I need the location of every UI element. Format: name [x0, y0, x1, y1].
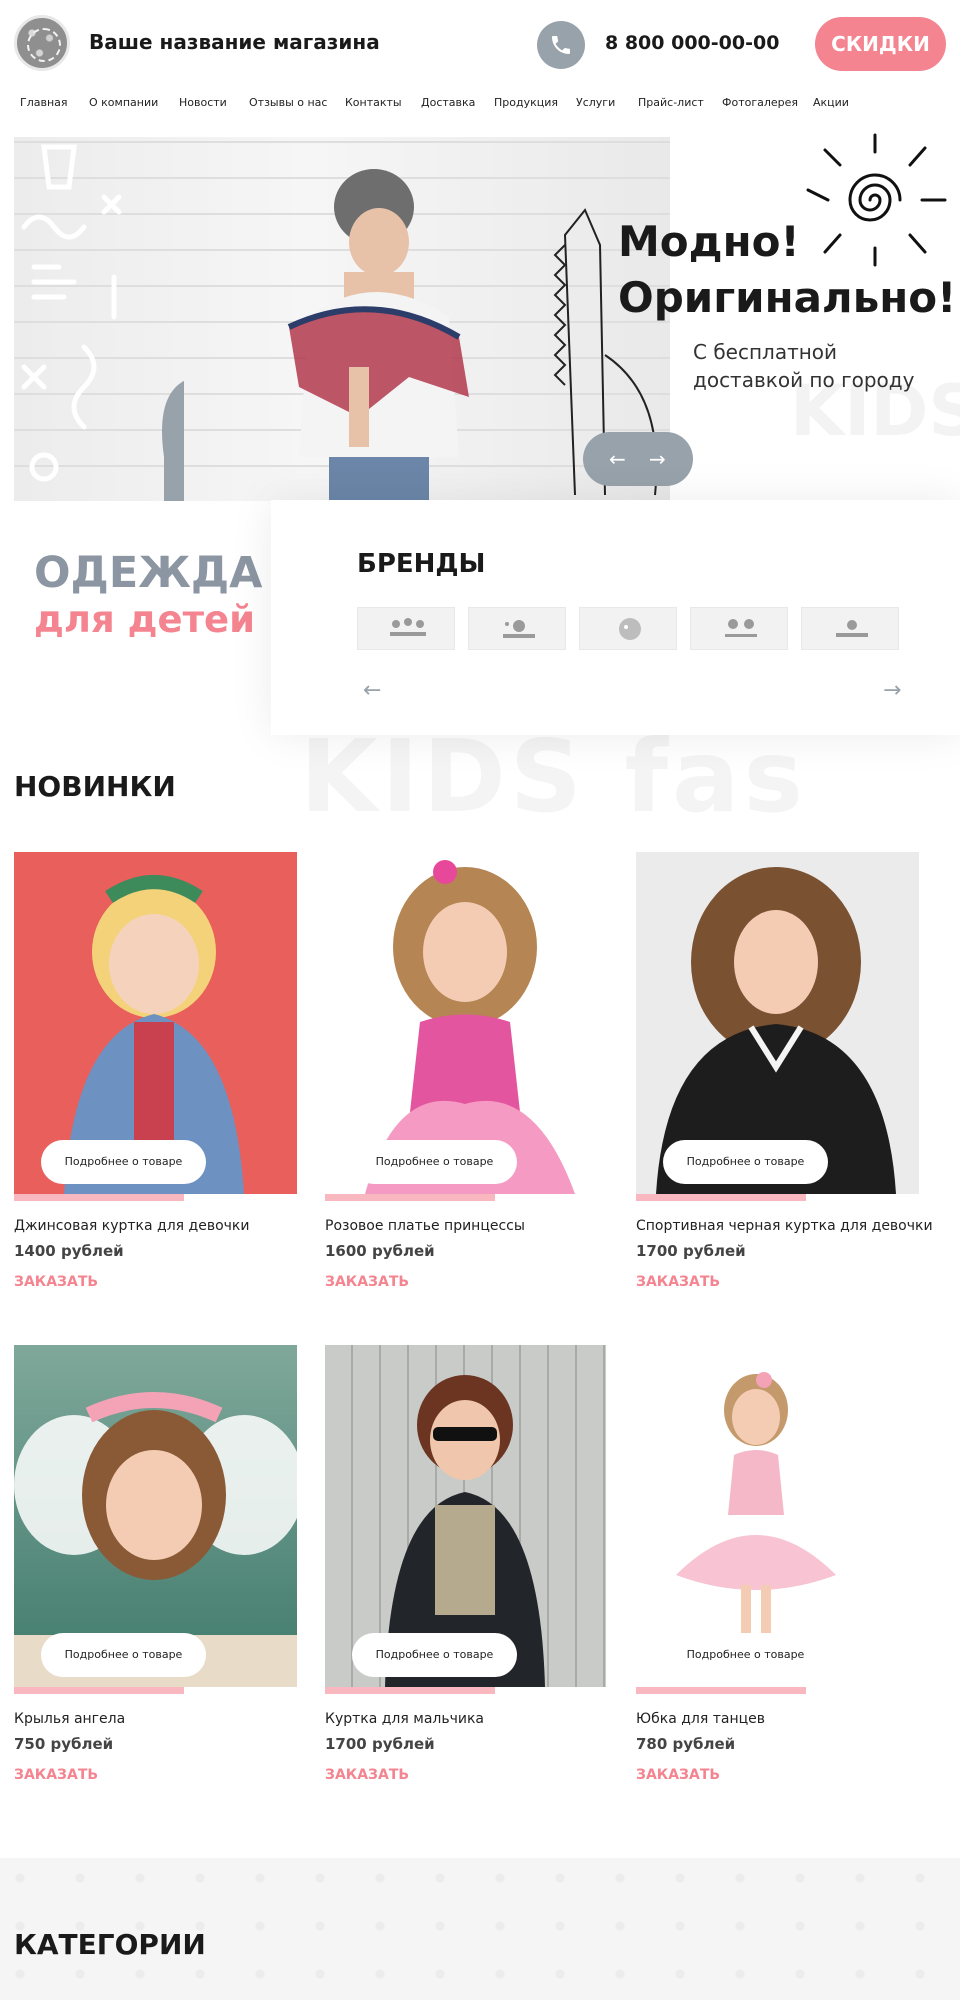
product-details-button[interactable]: Подробнее о товаре: [663, 1140, 828, 1184]
for-kids-headline: для детей: [34, 598, 256, 641]
nav-item-news[interactable]: Новости: [179, 96, 227, 109]
hero-title-line-1: Модно!: [618, 217, 800, 266]
site-header: Ваше название магазина 8 800 000-00-00 С…: [0, 0, 960, 90]
brands-card: БРЕНДЫ ← →: [271, 500, 960, 735]
hero-slider-controls: ← →: [583, 432, 693, 486]
brand-logo-2[interactable]: [468, 607, 566, 650]
nav-item-services[interactable]: Услуги: [576, 96, 615, 109]
brand-logo-4[interactable]: [690, 607, 788, 650]
store-name[interactable]: Ваше название магазина: [89, 30, 380, 54]
new-arrivals-title: НОВИНКИ: [14, 770, 176, 803]
product-price: 750 рублей: [14, 1735, 114, 1753]
product-name[interactable]: Куртка для мальчика: [325, 1711, 484, 1727]
product-card: Подробнее о товаре Куртка для мальчика 1…: [325, 1345, 610, 1795]
nav-item-gallery[interactable]: Фотогалерея: [722, 96, 798, 109]
product-price: 1600 рублей: [325, 1242, 435, 1260]
order-link[interactable]: ЗАКАЗАТЬ: [636, 1274, 720, 1290]
nav-item-about[interactable]: О компании: [89, 96, 158, 109]
product-details-button[interactable]: Подробнее о товаре: [41, 1633, 206, 1677]
order-link[interactable]: ЗАКАЗАТЬ: [636, 1767, 720, 1783]
nav-item-pricelist[interactable]: Прайс-лист: [638, 96, 704, 109]
product-details-button[interactable]: Подробнее о товаре: [41, 1140, 206, 1184]
product-price: 1400 рублей: [14, 1242, 124, 1260]
pink-accent-bar: [325, 1687, 495, 1694]
nav-item-promotions[interactable]: Акции: [813, 96, 849, 109]
product-details-button[interactable]: Подробнее о товаре: [352, 1633, 517, 1677]
order-link[interactable]: ЗАКАЗАТЬ: [325, 1274, 409, 1290]
order-link[interactable]: ЗАКАЗАТЬ: [14, 1274, 98, 1290]
phone-number[interactable]: 8 800 000-00-00: [605, 32, 779, 54]
nav-item-delivery[interactable]: Доставка: [421, 96, 475, 109]
main-nav: Главная О компании Новости Отзывы о нас …: [0, 96, 960, 116]
product-name[interactable]: Крылья ангела: [14, 1711, 125, 1727]
product-price: 1700 рублей: [636, 1242, 746, 1260]
product-card: Подробнее о товаре Крылья ангела 750 руб…: [14, 1345, 299, 1795]
hero-title-line-2: Оригинально!: [618, 273, 957, 322]
hero-next-arrow[interactable]: →: [649, 447, 666, 471]
brand-logo-1[interactable]: [357, 607, 455, 650]
nav-item-reviews[interactable]: Отзывы о нас: [249, 96, 327, 109]
sale-button[interactable]: СКИДКИ: [815, 17, 946, 71]
nav-item-home[interactable]: Главная: [20, 96, 68, 109]
product-price: 780 рублей: [636, 1735, 736, 1753]
pink-accent-bar: [636, 1194, 806, 1201]
pink-accent-bar: [636, 1687, 806, 1694]
product-details-button[interactable]: Подробнее о товаре: [352, 1140, 517, 1184]
nav-item-products[interactable]: Продукция: [494, 96, 558, 109]
order-link[interactable]: ЗАКАЗАТЬ: [325, 1767, 409, 1783]
brand-logo-3[interactable]: [579, 607, 677, 650]
boy-photo: [287, 169, 469, 501]
product-name[interactable]: Розовое платье принцессы: [325, 1218, 525, 1234]
phone-icon[interactable]: [537, 21, 585, 69]
product-card: Подробнее о товаре Юбка для танцев 780 р…: [636, 1345, 921, 1795]
kids-watermark: KIDS fas: [300, 718, 808, 835]
product-name[interactable]: Спортивная черная куртка для девочки: [636, 1218, 933, 1234]
pink-accent-bar: [14, 1687, 184, 1694]
product-card: Подробнее о товаре Розовое платье принце…: [325, 852, 610, 1302]
brands-title: БРЕНДЫ: [357, 549, 486, 579]
product-details-button[interactable]: Подробнее о товаре: [663, 1633, 828, 1677]
pink-accent-bar: [325, 1194, 495, 1201]
product-name[interactable]: Джинсовая куртка для девочки: [14, 1218, 249, 1234]
pink-accent-bar: [14, 1194, 184, 1201]
brand-logo-5[interactable]: [801, 607, 899, 650]
brands-next-arrow[interactable]: →: [883, 678, 901, 703]
hero-subtitle: С бесплатной доставкой по городу: [693, 340, 915, 392]
hero-prev-arrow[interactable]: ←: [609, 447, 626, 471]
product-price: 1700 рублей: [325, 1735, 435, 1753]
doodle-pattern: [21, 144, 184, 501]
brands-prev-arrow[interactable]: ←: [363, 678, 381, 703]
store-logo[interactable]: [14, 15, 70, 71]
product-card: Подробнее о товаре Джинсовая куртка для …: [14, 852, 299, 1302]
nav-item-contacts[interactable]: Контакты: [345, 96, 402, 109]
categories-title: КАТЕГОРИИ: [14, 1928, 206, 1961]
order-link[interactable]: ЗАКАЗАТЬ: [14, 1767, 98, 1783]
hero-title: Модно! Оригинально!: [618, 214, 956, 326]
product-name[interactable]: Юбка для танцев: [636, 1711, 765, 1727]
clothing-headline: ОДЕЖДА: [34, 548, 263, 598]
product-card: Подробнее о товаре Спортивная черная кур…: [636, 852, 933, 1302]
